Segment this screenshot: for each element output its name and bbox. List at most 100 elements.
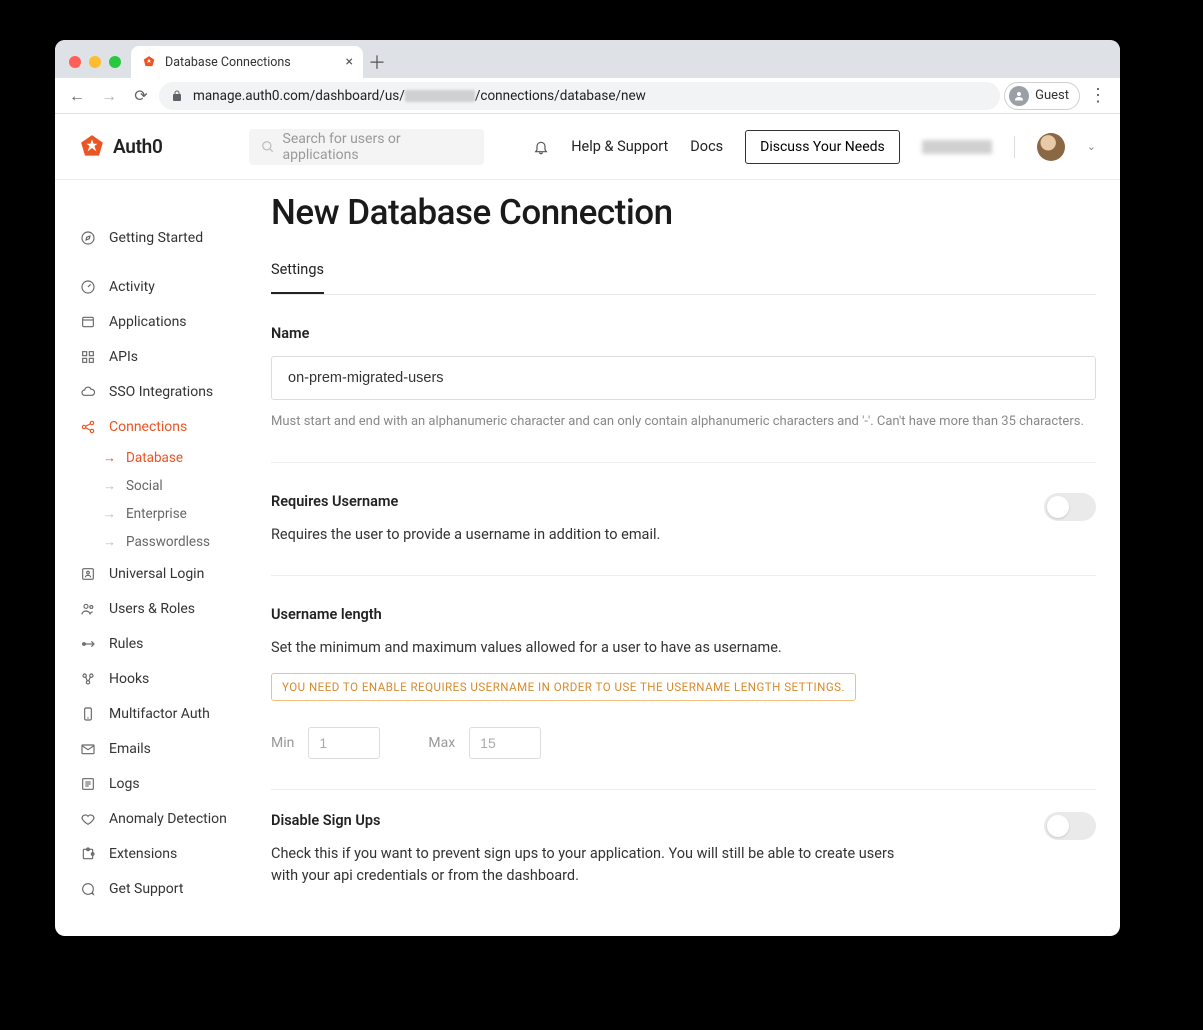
sidebar-item-connections[interactable]: Connections bbox=[79, 409, 271, 444]
sidebar-item-activity[interactable]: Activity bbox=[79, 269, 271, 304]
sidebar-sub-passwordless[interactable]: → Passwordless bbox=[79, 528, 271, 556]
sidebar-item-emails[interactable]: Emails bbox=[79, 731, 271, 766]
sidebar-item-support[interactable]: Get Support bbox=[79, 871, 271, 906]
url-redacted bbox=[405, 90, 475, 102]
gauge-icon bbox=[79, 279, 97, 295]
sidebar-item-rules[interactable]: Rules bbox=[79, 626, 271, 661]
sidebar-item-applications[interactable]: Applications bbox=[79, 304, 271, 339]
phone-icon bbox=[79, 706, 97, 722]
guest-label: Guest bbox=[1035, 88, 1069, 103]
arrow-right-icon: → bbox=[103, 450, 116, 466]
section-disable-signups: Disable Sign Ups Check this if you want … bbox=[271, 790, 1096, 917]
header-right: Help & Support Docs Discuss Your Needs ⌄ bbox=[533, 130, 1096, 164]
min-label: Min bbox=[271, 735, 294, 751]
tenant-name-redacted bbox=[922, 140, 992, 154]
sidebar-item-logs[interactable]: Logs bbox=[79, 766, 271, 801]
app-body: Getting Started Activity Applications AP… bbox=[55, 180, 1120, 936]
sidebar-item-hooks[interactable]: Hooks bbox=[79, 661, 271, 696]
disable-signups-desc: Check this if you want to prevent sign u… bbox=[271, 843, 911, 887]
disable-signups-toggle[interactable] bbox=[1044, 812, 1096, 840]
username-length-label: Username length bbox=[271, 606, 1096, 623]
sidebar-item-apis[interactable]: APIs bbox=[79, 339, 271, 374]
sidebar-item-mfa[interactable]: Multifactor Auth bbox=[79, 696, 271, 731]
brand-name: Auth0 bbox=[113, 135, 163, 158]
section-requires-username: Requires Username Requires the user to p… bbox=[271, 463, 1096, 577]
page-tabs: Settings bbox=[271, 261, 1096, 295]
username-length-desc: Set the minimum and maximum values allow… bbox=[271, 637, 911, 659]
hooks-icon bbox=[79, 671, 97, 687]
sidebar-item-sso[interactable]: SSO Integrations bbox=[79, 374, 271, 409]
cloud-icon bbox=[79, 384, 97, 400]
reload-button[interactable]: ⟳ bbox=[127, 82, 155, 110]
sidebar-item-extensions[interactable]: Extensions bbox=[79, 836, 271, 871]
search-placeholder: Search for users or applications bbox=[283, 131, 472, 163]
docs-link[interactable]: Docs bbox=[690, 138, 723, 155]
back-button[interactable]: ← bbox=[63, 82, 91, 110]
chat-icon bbox=[79, 881, 97, 897]
compass-icon bbox=[79, 230, 97, 246]
search-input[interactable]: Search for users or applications bbox=[249, 129, 484, 165]
user-avatar[interactable] bbox=[1037, 133, 1065, 161]
grid-icon bbox=[79, 349, 97, 365]
help-support-link[interactable]: Help & Support bbox=[571, 138, 668, 155]
discuss-needs-button[interactable]: Discuss Your Needs bbox=[745, 130, 900, 164]
auth0-favicon bbox=[141, 54, 157, 70]
forward-button[interactable]: → bbox=[95, 82, 123, 110]
user-menu-chevron-icon[interactable]: ⌄ bbox=[1087, 140, 1096, 153]
max-input bbox=[469, 727, 541, 759]
users-icon bbox=[79, 601, 97, 617]
profile-pill[interactable]: Guest bbox=[1004, 82, 1080, 110]
login-icon bbox=[79, 566, 97, 582]
address-bar: ← → ⟳ manage.auth0.com/dashboard/us//con… bbox=[55, 78, 1120, 114]
page-title: New Database Connection bbox=[271, 192, 1096, 233]
mail-icon bbox=[79, 741, 97, 757]
arrow-right-icon: → bbox=[103, 534, 116, 550]
connection-name-input[interactable] bbox=[271, 356, 1096, 400]
share-icon bbox=[79, 419, 97, 435]
name-label: Name bbox=[271, 325, 1096, 342]
browser-tab[interactable]: Database Connections × bbox=[131, 46, 363, 78]
auth0-logo[interactable]: Auth0 bbox=[79, 134, 163, 160]
section-name: Name Must start and end with an alphanum… bbox=[271, 295, 1096, 463]
name-help-text: Must start and end with an alphanumeric … bbox=[271, 412, 1096, 432]
requires-username-desc: Requires the user to provide a username … bbox=[271, 524, 911, 546]
url-input[interactable]: manage.auth0.com/dashboard/us//connectio… bbox=[159, 82, 1000, 110]
list-icon bbox=[79, 776, 97, 792]
sidebar-item-anomaly[interactable]: Anomaly Detection bbox=[79, 801, 271, 836]
requires-username-toggle[interactable] bbox=[1044, 493, 1096, 521]
section-username-length: Username length Set the minimum and maxi… bbox=[271, 576, 1096, 790]
main-content: New Database Connection Settings Name Mu… bbox=[271, 180, 1120, 936]
sidebar-item-universal-login[interactable]: Universal Login bbox=[79, 556, 271, 591]
requires-username-label: Requires Username bbox=[271, 493, 1024, 510]
sidebar-item-getting-started[interactable]: Getting Started bbox=[79, 220, 271, 255]
url-text: manage.auth0.com/dashboard/us//connectio… bbox=[193, 88, 646, 104]
browser-window: Database Connections × ＋ ← → ⟳ manage.au… bbox=[55, 40, 1120, 936]
max-label: Max bbox=[428, 735, 455, 751]
close-window-button[interactable] bbox=[69, 56, 81, 68]
maximize-window-button[interactable] bbox=[109, 56, 121, 68]
browser-menu-button[interactable]: ⋮ bbox=[1084, 85, 1112, 106]
disable-signups-label: Disable Sign Ups bbox=[271, 812, 1024, 829]
lock-icon bbox=[171, 90, 183, 102]
tab-strip: Database Connections × ＋ bbox=[55, 40, 1120, 78]
min-input bbox=[308, 727, 380, 759]
arrow-right-icon: → bbox=[103, 506, 116, 522]
guest-avatar-icon bbox=[1009, 86, 1029, 106]
close-tab-icon[interactable]: × bbox=[346, 54, 353, 70]
minimize-window-button[interactable] bbox=[89, 56, 101, 68]
auth0-logo-icon bbox=[79, 134, 105, 160]
new-tab-button[interactable]: ＋ bbox=[363, 46, 391, 78]
sidebar-sub-social[interactable]: → Social bbox=[79, 472, 271, 500]
tab-settings[interactable]: Settings bbox=[271, 261, 324, 294]
username-length-warning: You need to enable requires username in … bbox=[271, 673, 856, 701]
search-icon bbox=[261, 140, 275, 154]
tab-title: Database Connections bbox=[165, 55, 291, 70]
sidebar-sub-database[interactable]: → Database bbox=[79, 444, 271, 472]
sidebar-item-users-roles[interactable]: Users & Roles bbox=[79, 591, 271, 626]
flow-icon bbox=[79, 636, 97, 652]
sidebar-sub-enterprise[interactable]: → Enterprise bbox=[79, 500, 271, 528]
notifications-icon[interactable] bbox=[533, 139, 549, 155]
layers-icon bbox=[79, 314, 97, 330]
window-controls bbox=[65, 56, 131, 78]
arrow-right-icon: → bbox=[103, 478, 116, 494]
